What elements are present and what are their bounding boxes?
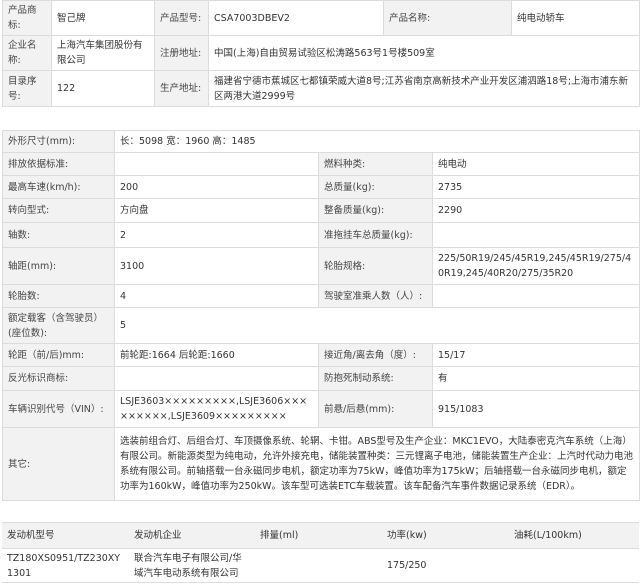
spec-row: 反光标识商标: 防抱死制动系统: 有	[2, 366, 640, 391]
registered-address-label: 注册地址:	[154, 35, 209, 71]
spec-value	[432, 284, 640, 308]
engine-data-row: TZ180XS0951/TZ230XY1301 联合汽车电子有限公司/华域汽车电…	[2, 548, 639, 583]
spec-value: 225/50R19/245/45R19,245/45R19/275/40R19,…	[432, 247, 640, 285]
spec-value: 15/17	[432, 343, 640, 367]
spec-label: 外形尺寸(mm):	[2, 130, 115, 153]
engine-header-cell: 油耗(L/100km)	[509, 522, 639, 549]
spec-label: 反光标识商标:	[2, 366, 115, 391]
specifications-table: 外形尺寸(mm): 长：5098 宽：1960 高：1485 排放依据标准: 燃…	[2, 130, 640, 501]
spec-label: 驾驶室准乘人数（人）:	[318, 284, 433, 308]
spec-row: 额定载客（含驾驶员）(座位数): 5	[2, 307, 640, 344]
spec-label: 轮胎规格:	[318, 247, 433, 285]
registered-address-value: 中国(上海)自由贸易试验区松涛路563号1号楼509室	[208, 35, 640, 71]
spec-value	[114, 152, 319, 176]
engine-cell: 175/250	[382, 548, 509, 583]
spec-label: 最高车速(km/h):	[2, 175, 115, 199]
spec-label: 轮距（前/后)mm:	[2, 343, 115, 367]
spec-value	[432, 222, 640, 248]
spec-value: 200	[114, 175, 319, 199]
spec-row: 转向型式: 方向盘 整备质量(kg): 2290	[2, 198, 640, 223]
spec-label: 轴数:	[2, 222, 115, 248]
spec-value: 5	[114, 307, 640, 344]
engine-cell	[509, 548, 639, 583]
spec-row: 排放依据标准: 燃料种类: 纯电动	[2, 152, 640, 176]
spec-label: 排放依据标准:	[2, 152, 115, 176]
engine-header-cell: 功率(kw)	[382, 522, 509, 549]
spec-label: 防抱死制动系统:	[318, 366, 433, 391]
engine-cell: 联合汽车电子有限公司/华域汽车电动系统有限公司	[129, 548, 255, 583]
spec-value: 方向盘	[114, 198, 319, 223]
model-value: CSA7003DBEV2	[208, 0, 384, 36]
product-info-table: 产品商标: 智己牌 产品型号: CSA7003DBEV2 产品名称: 纯电动轿车…	[2, 0, 640, 107]
spec-label: 车辆识别代号（VIN）:	[2, 390, 115, 428]
spec-row: 其它: 选装前组合灯、后组合灯、车顶摄像系统、轮辋、卡钳。ABS型号及生产企业：…	[2, 427, 640, 501]
company-label: 企业名称:	[2, 35, 52, 71]
product-info-row: 目录序号: 122 生产地址: 福建省宁德市蕉城区七都镇荣威大道8号;江苏省南京…	[2, 70, 640, 107]
engine-table: 发动机型号 发动机企业 排量(ml) 功率(kw) 油耗(L/100km) TZ…	[2, 522, 639, 583]
spec-row: 轮胎数: 4 驾驶室准乘人数（人）:	[2, 284, 640, 308]
engine-header-row: 发动机型号 发动机企业 排量(ml) 功率(kw) 油耗(L/100km)	[2, 522, 639, 549]
product-name-value: 纯电动轿车	[511, 0, 640, 36]
spec-label: 整备质量(kg):	[318, 198, 433, 223]
spec-label: 其它:	[2, 427, 115, 501]
spec-label: 轮胎数:	[2, 284, 115, 308]
company-value: 上海汽车集团股份有限公司	[51, 35, 155, 71]
spec-value: 纯电动	[432, 152, 640, 176]
production-address-label: 生产地址:	[154, 70, 209, 107]
product-info-row: 企业名称: 上海汽车集团股份有限公司 注册地址: 中国(上海)自由贸易试验区松涛…	[2, 35, 640, 71]
spec-value: 长：5098 宽：1960 高：1485	[114, 130, 640, 153]
product-name-label: 产品名称:	[383, 0, 512, 36]
spec-row: 外形尺寸(mm): 长：5098 宽：1960 高：1485	[2, 130, 640, 153]
spec-value: 选装前组合灯、后组合灯、车顶摄像系统、轮辋、卡钳。ABS型号及生产企业：MKC1…	[114, 427, 640, 501]
spec-row: 轴距(mm): 3100 轮胎规格: 225/50R19/245/45R19,2…	[2, 247, 640, 285]
brand-label: 产品商标:	[2, 0, 52, 36]
spec-value: 2735	[432, 175, 640, 199]
engine-header-cell: 发动机型号	[2, 522, 129, 549]
catalog-number-value: 122	[51, 70, 155, 107]
spec-label: 接近角/离去角（度）:	[318, 343, 433, 367]
model-label: 产品型号:	[154, 0, 209, 36]
catalog-number-label: 目录序号:	[2, 70, 52, 107]
engine-cell	[255, 548, 382, 583]
spec-value: 4	[114, 284, 319, 308]
spec-value: 915/1083	[432, 390, 640, 428]
engine-cell: TZ180XS0951/TZ230XY1301	[2, 548, 129, 583]
engine-header-cell: 发动机企业	[129, 522, 255, 549]
spec-value	[114, 366, 319, 391]
spec-label: 总质量(kg):	[318, 175, 433, 199]
spec-value: 2290	[432, 198, 640, 223]
spec-row: 轮距（前/后)mm: 前轮距:1664 后轮距:1660 接近角/离去角（度）:…	[2, 343, 640, 367]
production-address-value: 福建省宁德市蕉城区七都镇荣威大道8号;江苏省南京高新技术产业开发区浦泗路18号;…	[208, 70, 640, 107]
spec-value: 前轮距:1664 后轮距:1660	[114, 343, 319, 367]
engine-header-cell: 排量(ml)	[255, 522, 382, 549]
brand-value: 智己牌	[51, 0, 155, 36]
spec-row: 最高车速(km/h): 200 总质量(kg): 2735	[2, 175, 640, 199]
spec-label: 额定载客（含驾驶员）(座位数):	[2, 307, 115, 344]
spec-value: 有	[432, 366, 640, 391]
product-info-row: 产品商标: 智己牌 产品型号: CSA7003DBEV2 产品名称: 纯电动轿车	[2, 0, 640, 36]
spec-label: 轴距(mm):	[2, 247, 115, 285]
spec-label: 前悬/后悬(mm):	[318, 390, 433, 428]
spec-value: 3100	[114, 247, 319, 285]
spec-row: 车辆识别代号（VIN）: LSJE3603×××××××××,LSJE3606×…	[2, 390, 640, 428]
spec-value: LSJE3603×××××××××,LSJE3606×××××××××,LSJE…	[114, 390, 319, 428]
spec-row: 轴数: 2 准拖挂车总质量(kg):	[2, 222, 640, 248]
spec-label: 转向型式:	[2, 198, 115, 223]
spec-label: 准拖挂车总质量(kg):	[318, 222, 433, 248]
spec-label: 燃料种类:	[318, 152, 433, 176]
spec-value: 2	[114, 222, 319, 248]
